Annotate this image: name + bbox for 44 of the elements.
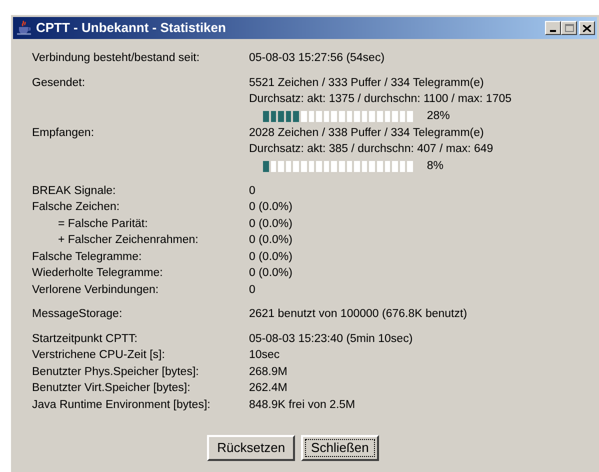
field-label: Falsche Telegramme: (32, 250, 143, 264)
field-value: Durchsatz: akt: 385 / durchschn: 407 / max: 649 (249, 142, 494, 157)
field-value: Durchsatz: akt: 1375 / durchschn: 1100 / max: 1705 (249, 92, 512, 107)
minimize-button[interactable] (545, 21, 561, 35)
field-value: 0 (0.0%) (249, 266, 292, 281)
close-icon (583, 24, 591, 32)
field-label: Wiederholte Telegramme: (32, 266, 164, 281)
field-value: 2028 Zeichen / 338 Puffer / 334 Telegramm(e) (249, 126, 485, 140)
field-value: 268.9M (249, 364, 288, 380)
field-label: Verlorene Verbindungen: (32, 282, 160, 298)
field-value: 0 (0.0%) (249, 216, 292, 232)
field-value: 2621 benutzt von 100000 (676.8K benutzt) (249, 307, 468, 322)
field-value: 848.9K frei von 2.5M (249, 398, 356, 412)
field-label: Verstrichene CPU-Zeit [s]: (32, 348, 166, 363)
close-button[interactable] (579, 21, 595, 35)
field-value: 0 (0.0%) (249, 250, 292, 264)
field-label: Gesendet: (32, 76, 86, 90)
field-value: 262.4M (249, 381, 288, 396)
field-label: + Falscher Zeichenrahmen: (57, 233, 200, 248)
field-value: 05-08-03 15:27:56 (54sec) (249, 51, 385, 66)
cup-icon (16, 20, 32, 36)
field-label: Empfangen: (32, 126, 96, 140)
field-label: MessageStorage: (32, 307, 124, 322)
field-label: Verbindung besteht/bestand seit: (32, 51, 201, 66)
field-value: 0 (249, 184, 256, 198)
field-value: 10sec (249, 348, 280, 363)
field-value: 0 (249, 282, 256, 298)
field-label: Startzeitpunkt CPTT: (32, 332, 138, 346)
field-value: 05-08-03 15:23:40 (5min 10sec) (249, 332, 413, 346)
field-label: Falsche Zeichen: (32, 200, 121, 215)
field-label: = Falsche Parität: (57, 216, 149, 232)
maximize-button[interactable] (561, 21, 577, 35)
window-title: CPTT - Unbekannt - Statistiken (36, 19, 226, 38)
field-value: 0 (0.0%) (249, 233, 292, 248)
field-label: Java Runtime Environment [bytes]: (32, 398, 212, 412)
dialog-button[interactable]: Rücksetzen (207, 435, 296, 461)
field-label: BREAK Signale: (32, 184, 117, 198)
percent-reading: 8% (426, 158, 444, 174)
field-value: 5521 Zeichen / 333 Puffer / 334 Telegramm(e) (249, 76, 485, 90)
field-value: 0 (0.0%) (249, 200, 292, 215)
field-label: Benutzter Phys.Speicher [bytes]: (32, 364, 200, 380)
percent-reading: 28% (426, 108, 450, 124)
field-label: Benutzter Virt.Speicher [bytes]: (32, 381, 192, 396)
dialog-button[interactable]: Schließen (301, 435, 379, 461)
